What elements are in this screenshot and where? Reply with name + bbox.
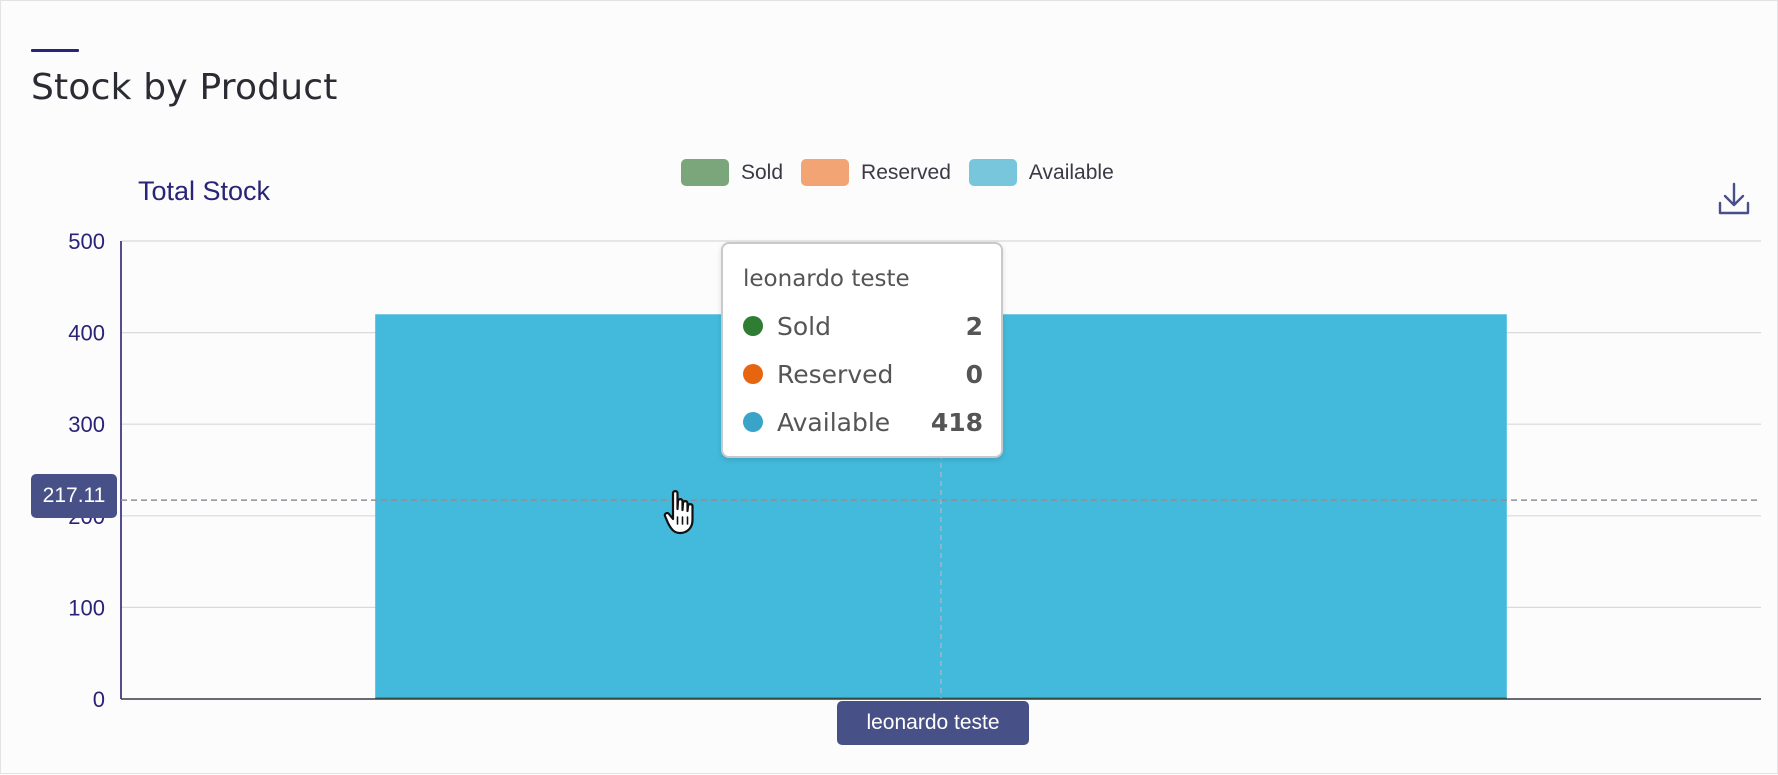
tooltip-value-available: 418 <box>930 407 983 437</box>
tooltip-row-available: Available 418 <box>743 405 983 439</box>
tooltip-title: leonardo teste <box>743 266 910 292</box>
hand-pointer-icon <box>663 489 703 537</box>
y-tick-label: 0 <box>93 687 105 712</box>
tooltip-label-reserved: Reserved <box>777 359 894 389</box>
y-tick-label: 400 <box>68 321 105 346</box>
tooltip-row-reserved: Reserved 0 <box>743 357 983 391</box>
crosshair-y-label: 217.11 <box>31 474 117 518</box>
tooltip-dot-available <box>743 412 763 432</box>
y-tick-label: 100 <box>68 595 105 620</box>
tooltip-value-sold: 2 <box>965 311 983 341</box>
chart-card: Stock by Product Sold Reserved Available… <box>0 0 1778 774</box>
chart-tooltip: leonardo teste Sold 2 Reserved 0 Availab… <box>721 242 1003 458</box>
y-tick-label: 500 <box>68 229 105 254</box>
tooltip-value-reserved: 0 <box>965 359 983 389</box>
tooltip-label-sold: Sold <box>777 311 831 341</box>
y-tick-label: 300 <box>68 412 105 437</box>
tooltip-label-available: Available <box>777 407 891 437</box>
tooltip-dot-reserved <box>743 364 763 384</box>
tooltip-row-sold: Sold 2 <box>743 309 983 343</box>
tooltip-dot-sold <box>743 316 763 336</box>
crosshair-x-label: leonardo teste <box>837 701 1029 745</box>
